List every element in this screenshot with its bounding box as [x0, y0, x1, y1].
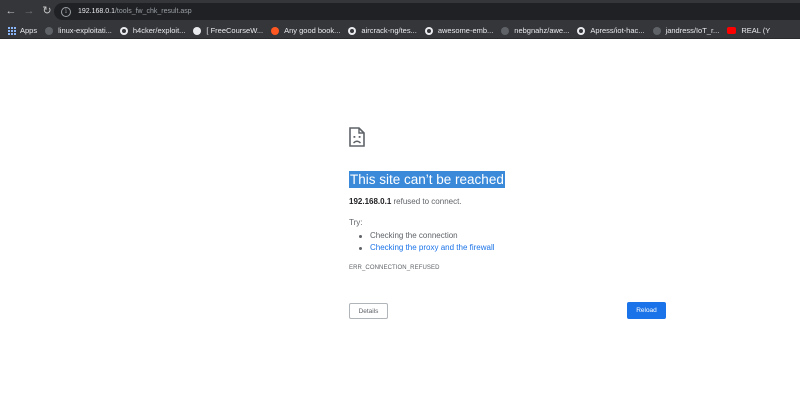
github-icon — [119, 26, 128, 35]
bookmark-item[interactable]: awesome-emb... — [424, 23, 494, 38]
try-label: Try: — [349, 218, 363, 227]
reload-button[interactable]: Reload — [627, 302, 666, 319]
suggestion-list: Checking the connection Checking the pro… — [359, 230, 495, 254]
bookmark-label: awesome-emb... — [437, 26, 494, 35]
suggestion-item: Checking the proxy and the firewall — [359, 242, 495, 254]
bookmarks-bar: Apps linux-exploitati... h4cker/exploit.… — [0, 23, 800, 39]
bookmark-label: jandress/IoT_r... — [665, 26, 720, 35]
globe-icon — [501, 26, 510, 35]
bookmark-item[interactable]: jandress/IoT_r... — [652, 23, 720, 38]
bullet-icon — [359, 234, 362, 238]
bookmark-item[interactable]: nebgnahz/awe... — [501, 23, 569, 38]
bookmark-apps[interactable]: Apps — [8, 23, 37, 38]
error-message: 192.168.0.1 refused to connect. — [349, 197, 462, 206]
reddit-icon — [271, 26, 280, 35]
bookmark-label: aircrack-ng/tes... — [361, 26, 417, 35]
details-button[interactable]: Details — [349, 303, 388, 319]
suggestion-check-connection: Checking the connection — [370, 231, 458, 240]
error-code: ERR_CONNECTION_REFUSED — [349, 265, 440, 271]
address-bar[interactable]: i 192.168.0.1/tools_fw_chk_result.asp — [54, 3, 800, 20]
reload-icon[interactable]: ↻ — [40, 5, 54, 19]
error-heading: This site can’t be reached — [349, 171, 505, 188]
bookmark-label: linux-exploitati... — [58, 26, 112, 35]
forward-arrow-icon[interactable]: → — [22, 5, 36, 19]
suggestion-check-proxy-link[interactable]: Checking the proxy and the firewall — [370, 242, 495, 254]
bookmark-item[interactable]: linux-exploitati... — [45, 23, 112, 38]
bookmark-label: Any good book... — [284, 26, 341, 35]
github-icon — [577, 26, 586, 35]
url-path: /tools_fw_chk_result.asp — [114, 8, 192, 15]
bullet-icon — [359, 246, 362, 250]
globe-icon — [45, 26, 54, 35]
bookmark-label: Apps — [20, 26, 38, 35]
bookmark-label: Apress/iot-hac... — [590, 26, 645, 35]
bookmark-item[interactable]: aircrack-ng/tes... — [348, 23, 417, 38]
bookmark-item[interactable]: [ FreeCourseW... — [193, 23, 263, 38]
bookmark-label: REAL (Y — [741, 26, 771, 35]
sad-document-icon — [349, 127, 365, 147]
github-icon — [348, 26, 357, 35]
youtube-icon — [727, 27, 737, 34]
info-icon[interactable]: i — [61, 6, 71, 17]
error-host: 192.168.0.1 — [349, 197, 392, 206]
bookmark-item[interactable]: h4cker/exploit... — [119, 23, 186, 38]
url-text[interactable]: 192.168.0.1/tools_fw_chk_result.asp — [78, 8, 192, 15]
url-host: 192.168.0.1 — [78, 8, 115, 15]
bookmark-label: h4cker/exploit... — [132, 26, 186, 35]
suggestion-item: Checking the connection — [359, 230, 495, 242]
apps-icon — [8, 26, 16, 35]
browser-toolbar: ← → ↻ i 192.168.0.1/tools_fw_chk_result.… — [0, 0, 800, 23]
error-message-text: refused to connect. — [393, 197, 462, 206]
freecourseweb-icon — [193, 26, 202, 35]
bookmark-item[interactable]: REAL (Y — [727, 23, 770, 38]
globe-icon — [652, 26, 661, 35]
bookmark-item[interactable]: Apress/iot-hac... — [577, 23, 645, 38]
bookmark-label: [ FreeCourseW... — [206, 26, 264, 35]
bookmark-label: nebgnahz/awe... — [514, 26, 570, 35]
back-arrow-icon[interactable]: ← — [4, 5, 18, 19]
bookmark-item[interactable]: Any good book... — [271, 23, 340, 38]
github-icon — [424, 26, 433, 35]
